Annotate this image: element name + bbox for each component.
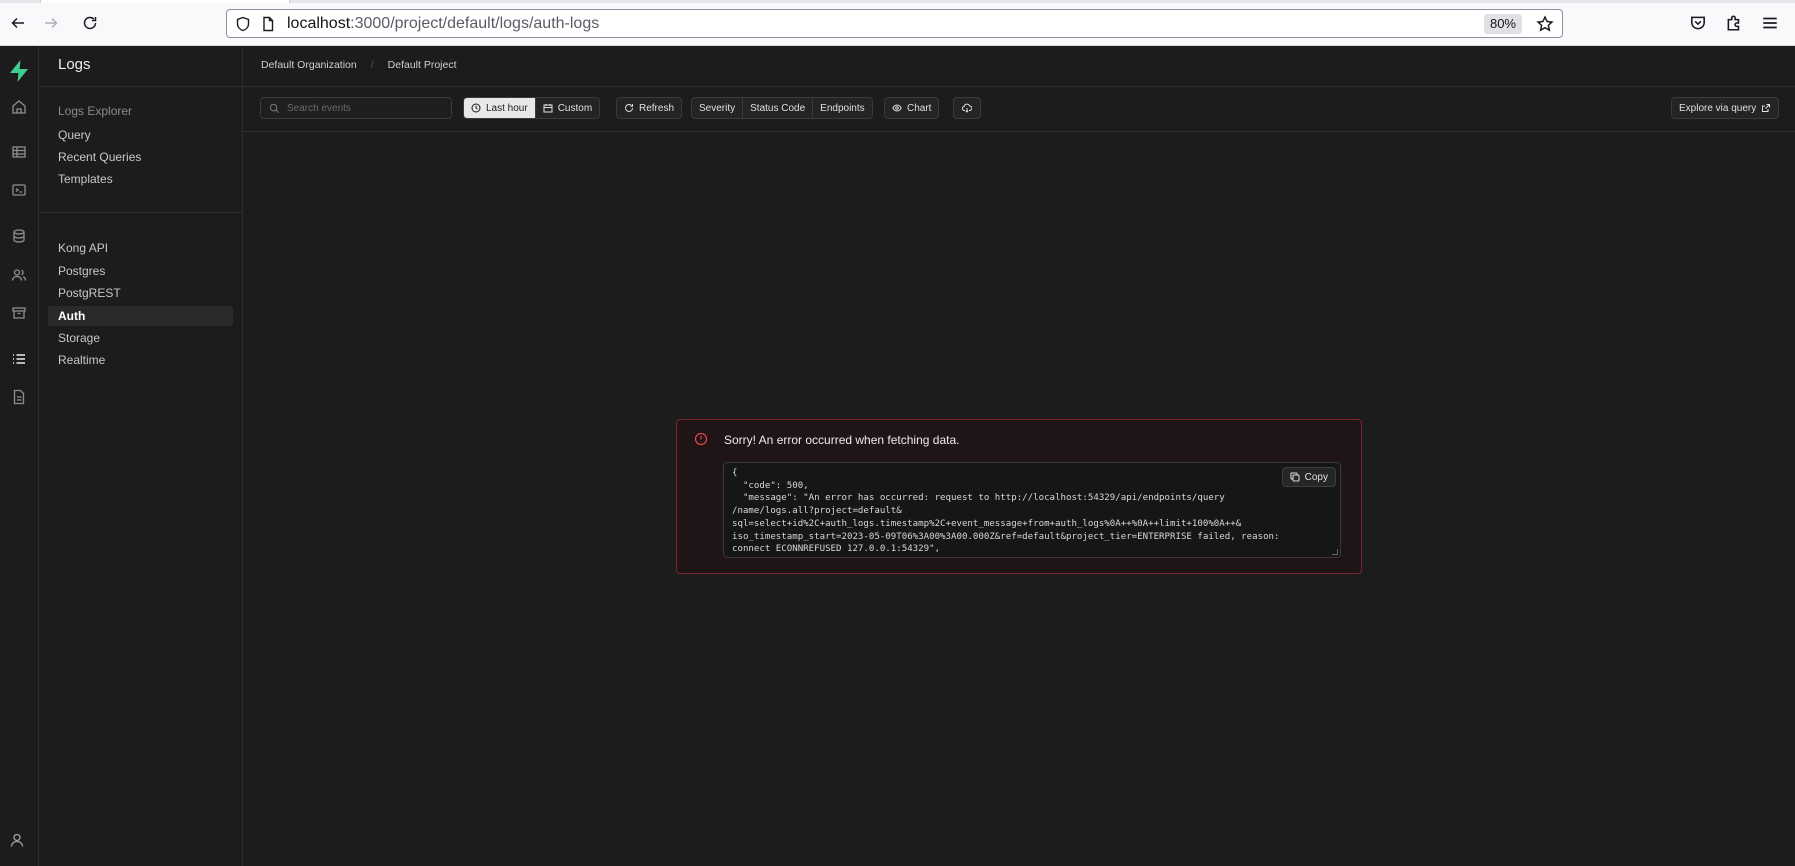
sidebar-item-query[interactable]: Query xyxy=(48,125,233,145)
supabase-logo-icon[interactable] xyxy=(6,58,32,84)
breadcrumb: Default Organization / Default Project xyxy=(261,59,457,71)
menu-icon[interactable] xyxy=(1761,14,1779,32)
user-icon[interactable] xyxy=(9,832,25,848)
cloud-download-icon xyxy=(962,103,972,113)
resize-handle[interactable] xyxy=(1332,549,1338,555)
error-details-box[interactable]: { "code": 500, "message": "An error has … xyxy=(723,462,1341,558)
sidebar-item-storage[interactable]: Storage xyxy=(48,328,233,348)
alert-circle-icon xyxy=(694,432,708,446)
error-title: Sorry! An error occurred when fetching d… xyxy=(724,433,960,447)
table-editor-icon[interactable] xyxy=(8,141,30,163)
database-icon[interactable] xyxy=(8,225,30,247)
divider xyxy=(243,86,1795,87)
page-icon[interactable] xyxy=(260,16,276,32)
logs-explorer-label[interactable]: Logs Explorer xyxy=(58,104,132,118)
url-text[interactable]: localhost:3000/project/default/logs/auth… xyxy=(287,15,599,33)
bookmark-star-icon[interactable] xyxy=(1536,15,1554,33)
error-alert: Sorry! An error occurred when fetching d… xyxy=(676,419,1362,574)
sql-editor-icon[interactable] xyxy=(8,179,30,201)
search-box[interactable] xyxy=(260,97,452,119)
external-link-icon xyxy=(1762,104,1771,112)
divider xyxy=(39,212,243,213)
copy-icon xyxy=(1290,472,1300,482)
sidebar-item-postgres[interactable]: Postgres xyxy=(48,261,233,281)
sidebar-item-templates[interactable]: Templates xyxy=(48,169,233,189)
copy-button[interactable]: Copy xyxy=(1281,467,1336,487)
app-root: Logs Logs Explorer Query Recent Queries … xyxy=(0,46,1795,866)
shield-icon[interactable] xyxy=(235,16,251,32)
browser-tab[interactable] xyxy=(40,0,290,3)
sidebar-item-postgrest[interactable]: PostgREST xyxy=(48,283,233,303)
error-details-text[interactable]: { "code": 500, "message": "An error has … xyxy=(732,467,1332,556)
arrow-left-icon xyxy=(11,17,24,29)
search-icon xyxy=(269,103,280,114)
reload-button[interactable] xyxy=(79,12,101,34)
copy-label: Copy xyxy=(1304,471,1328,483)
refresh-icon xyxy=(625,103,633,112)
sidebar-item-kong-api[interactable]: Kong API xyxy=(48,238,233,258)
sidebar-item-recent-queries[interactable]: Recent Queries xyxy=(48,147,233,167)
sidebar-item-realtime[interactable]: Realtime xyxy=(48,350,233,370)
custom-label: Custom xyxy=(557,102,593,114)
sidebar-item-auth[interactable]: Auth xyxy=(48,306,233,326)
time-range-group: Last hour Custom xyxy=(463,97,601,119)
reload-icon xyxy=(83,16,97,30)
url-path: :3000/project/default/logs/auth-logs xyxy=(350,15,600,32)
last-hour-label: Last hour xyxy=(486,102,528,114)
severity-filter-button[interactable]: Severity xyxy=(692,98,743,118)
home-icon[interactable] xyxy=(8,96,30,118)
forward-button[interactable] xyxy=(40,12,62,34)
address-bar[interactable]: localhost:3000/project/default/logs/auth… xyxy=(226,9,1563,38)
explore-via-query-button[interactable]: Explore via query xyxy=(1671,97,1780,119)
refresh-button[interactable]: Refresh xyxy=(616,97,683,119)
filter-group: Severity Status Code Endpoints xyxy=(691,97,873,119)
eye-icon xyxy=(892,104,902,112)
logs-toolbar: Last hour Custom Refresh Severity Status… xyxy=(243,96,1795,126)
storage-icon[interactable] xyxy=(8,302,30,324)
breadcrumb-project[interactable]: Default Project xyxy=(388,59,457,71)
explore-label: Explore via query xyxy=(1679,102,1757,114)
pocket-icon[interactable] xyxy=(1689,14,1707,32)
last-hour-button[interactable]: Last hour xyxy=(464,98,535,118)
main-content: Default Organization / Default Project L… xyxy=(243,46,1795,866)
status-code-filter-button[interactable]: Status Code xyxy=(742,98,813,118)
zoom-level[interactable]: 80% xyxy=(1483,14,1522,34)
clock-icon xyxy=(471,103,481,113)
divider xyxy=(243,131,1795,132)
sidebar-title: Logs xyxy=(58,56,91,73)
chart-label: Chart xyxy=(907,102,932,114)
download-button[interactable] xyxy=(953,97,981,119)
logs-sidebar: Logs Logs Explorer Query Recent Queries … xyxy=(39,46,243,866)
back-button[interactable] xyxy=(7,12,29,34)
search-input[interactable] xyxy=(287,100,447,116)
nav-rail xyxy=(0,46,39,866)
breadcrumb-organization[interactable]: Default Organization xyxy=(261,59,357,71)
chart-toggle-button[interactable]: Chart xyxy=(884,97,940,119)
endpoints-filter-button[interactable]: Endpoints xyxy=(812,98,872,118)
browser-toolbar: localhost:3000/project/default/logs/auth… xyxy=(0,0,1795,46)
users-icon[interactable] xyxy=(8,264,30,286)
breadcrumb-separator: / xyxy=(370,59,374,71)
calendar-icon xyxy=(543,104,553,113)
extensions-icon[interactable] xyxy=(1725,14,1743,32)
custom-range-button[interactable]: Custom xyxy=(534,98,600,118)
arrow-right-icon xyxy=(45,17,58,29)
docs-icon[interactable] xyxy=(8,386,30,408)
logs-icon[interactable] xyxy=(8,348,30,370)
refresh-label: Refresh xyxy=(639,102,675,114)
url-host: localhost xyxy=(287,15,351,32)
divider xyxy=(39,86,243,87)
